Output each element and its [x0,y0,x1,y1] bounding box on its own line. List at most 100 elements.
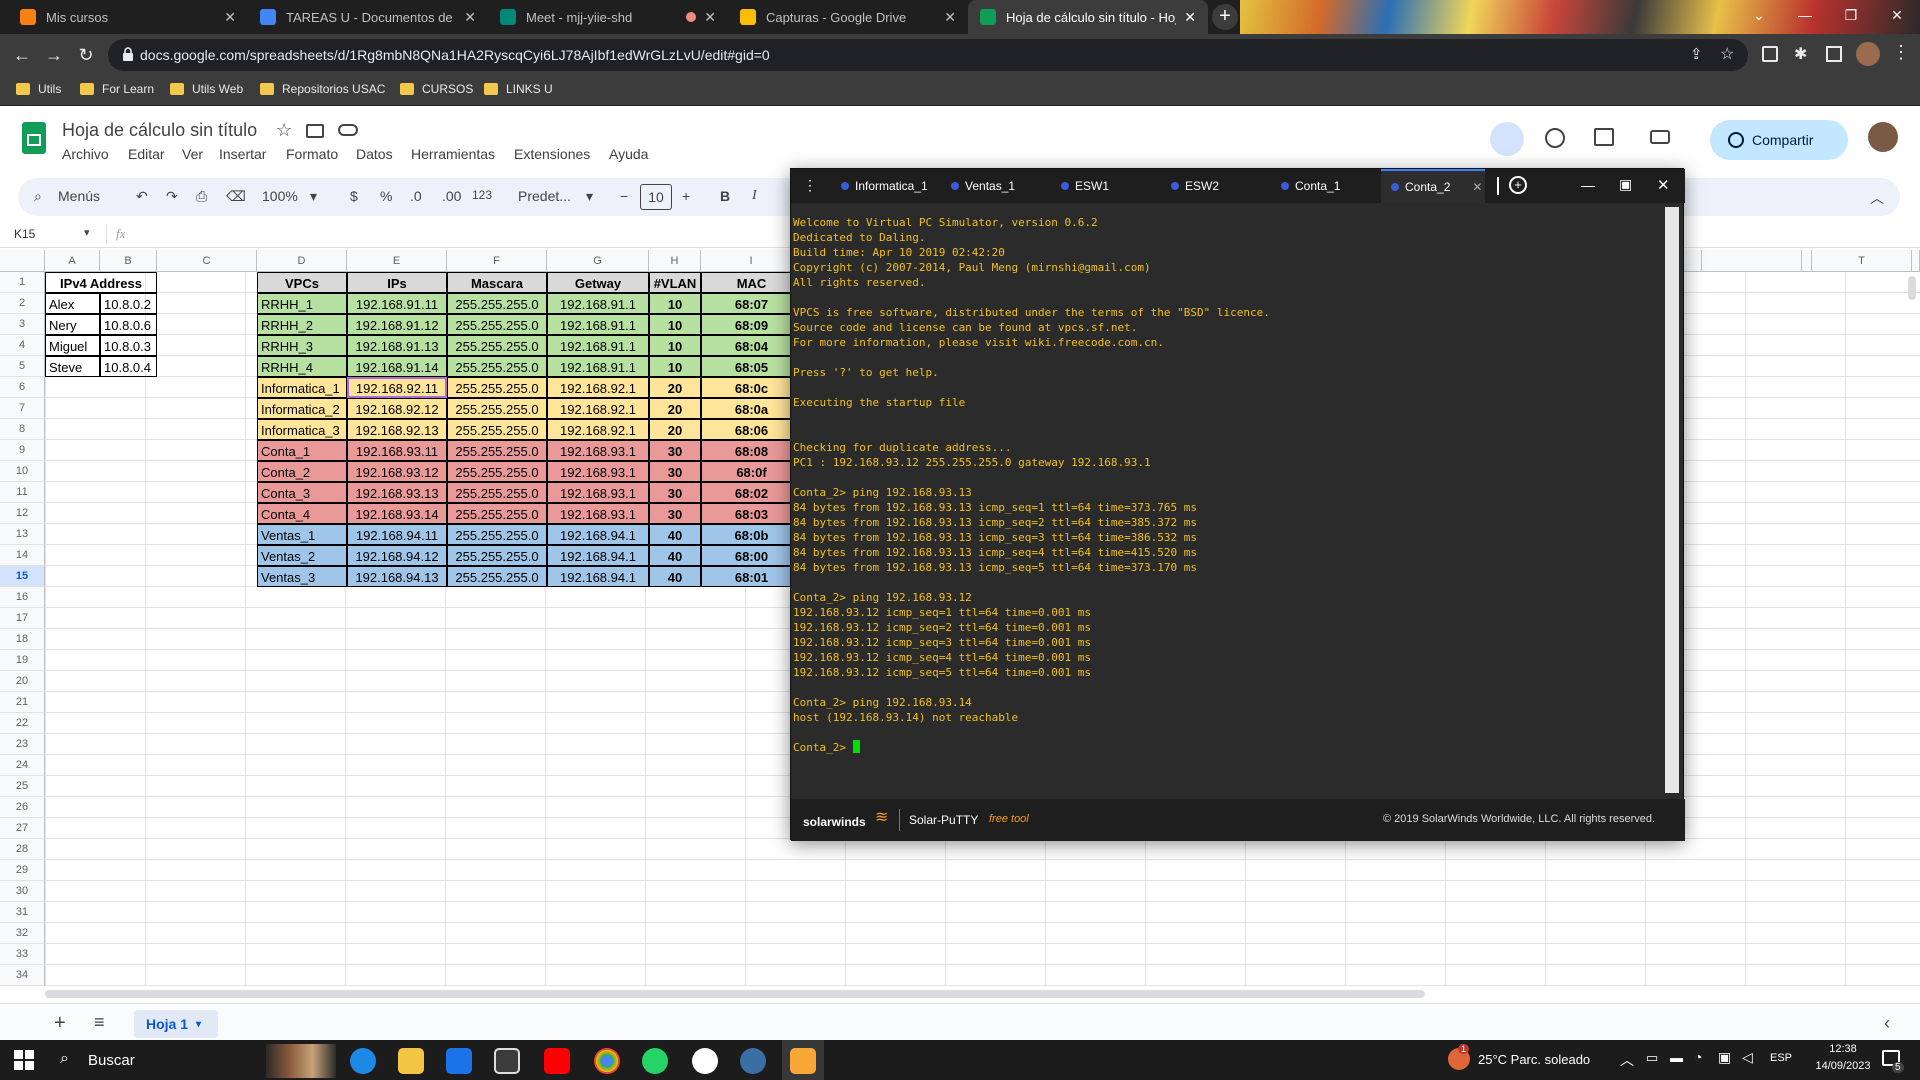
table-cell-mac[interactable]: 68:0b [701,524,802,545]
all-sheets-icon[interactable]: ≡ [94,1012,105,1033]
table-cell-vlan[interactable]: 10 [649,314,701,335]
new-tab-button[interactable]: + [1212,4,1238,30]
table-cell-mask[interactable]: 255.255.255.0 [447,314,547,335]
table-cell-vlan[interactable]: 30 [649,440,701,461]
restore-icon[interactable]: ❐ [1828,0,1874,30]
table-cell-vpc[interactable]: Conta_2 [257,461,347,482]
table-cell-gw[interactable]: 192.168.92.1 [547,398,649,419]
row-header[interactable]: 29 [0,860,45,881]
table-cell-mask[interactable]: 255.255.255.0 [447,482,547,503]
column-header[interactable] [1702,250,1802,272]
taskbar-search[interactable]: Buscar [88,1052,135,1069]
table-cell-mask[interactable]: 255.255.255.0 [447,293,547,314]
column-header-h[interactable]: H [649,250,701,272]
table-cell-mask[interactable]: 255.255.255.0 [447,335,547,356]
table-cell-vpc[interactable]: Informatica_1 [257,377,347,398]
row-header[interactable]: 1 [0,272,45,293]
table-cell-mask[interactable]: 255.255.255.0 [447,356,547,377]
bookmark-utils[interactable]: Utils [16,82,61,96]
bookmark-utils-web[interactable]: Utils Web [170,82,243,96]
menu-datos[interactable]: Datos [356,146,393,162]
table-cell-mask[interactable]: 255.255.255.0 [447,398,547,419]
clock-date[interactable]: 14/09/2023 [1810,1060,1876,1072]
menu-formato[interactable]: Formato [286,146,338,162]
row-header[interactable]: 24 [0,755,45,776]
tab-search-icon[interactable]: ⌄ [1736,0,1782,30]
store-icon[interactable] [494,1048,520,1074]
puzzle-icon[interactable]: ✱ [1794,44,1807,64]
row-header[interactable]: 7 [0,398,45,419]
table-cell-mac[interactable]: 68:02 [701,482,802,503]
table-header-cell[interactable]: IPs [347,272,447,293]
close-icon[interactable]: ✕ [224,9,236,26]
reload-icon[interactable]: ↻ [74,43,98,67]
collapse-side-icon[interactable]: ‹ [1884,1013,1890,1034]
table-cell-mac[interactable]: 68:08 [701,440,802,461]
row-header[interactable]: 25 [0,776,45,797]
browser-tab-drive[interactable]: Capturas - Google Drive ✕ [728,0,968,34]
print-icon[interactable]: ⎙ [196,188,207,205]
table-header-cell[interactable]: Mascara [447,272,547,293]
ipv4-ip-cell[interactable]: 10.8.0.2 [100,293,157,314]
edge-icon[interactable] [350,1048,376,1074]
table-header-cell[interactable]: MAC [701,272,802,293]
volume-icon[interactable]: ◁ [1742,1049,1753,1066]
ipv4-ip-cell[interactable]: 10.8.0.3 [100,335,157,356]
table-cell-vpc[interactable]: Informatica_2 [257,398,347,419]
table-cell-vlan[interactable]: 40 [649,524,701,545]
table-cell-gw[interactable]: 192.168.93.1 [547,482,649,503]
row-header[interactable]: 23 [0,734,45,755]
row-header[interactable]: 20 [0,671,45,692]
profile-avatar[interactable] [1856,42,1880,66]
row-header[interactable]: 6 [0,377,45,398]
table-cell-ip[interactable]: 192.168.92.13 [347,419,447,440]
table-header-cell[interactable]: VPCs [257,272,347,293]
name-box[interactable]: K15 [14,227,35,241]
table-cell-vpc[interactable]: RRHH_1 [257,293,347,314]
table-cell-gw[interactable]: 192.168.91.1 [547,356,649,377]
table-cell-mac[interactable]: 68:0c [701,377,802,398]
table-cell-ip[interactable]: 192.168.93.13 [347,482,447,503]
font-size-plus-button[interactable]: + [682,188,690,204]
row-header[interactable]: 34 [0,965,45,986]
table-cell-ip[interactable]: 192.168.92.12 [347,398,447,419]
minimize-icon[interactable]: — [1782,0,1828,30]
tray-meet-icon[interactable]: ▭ [1646,1050,1658,1066]
table-cell-ip[interactable]: 192.168.92.11 [347,377,447,398]
ipv4-ip-cell[interactable]: 10.8.0.6 [100,314,157,335]
table-header-cell[interactable]: Getway [547,272,649,293]
bookmark-links-u[interactable]: LINKS U [484,82,553,96]
table-cell-ip[interactable]: 192.168.91.12 [347,314,447,335]
vertical-scrollbar[interactable] [1908,276,1916,300]
table-cell-ip[interactable]: 192.168.94.13 [347,566,447,587]
row-header[interactable]: 27 [0,818,45,839]
row-header[interactable]: 22 [0,713,45,734]
redo-icon[interactable]: ↷ [166,188,178,205]
table-cell-gw[interactable]: 192.168.93.1 [547,503,649,524]
minimize-icon[interactable]: — [1581,177,1595,193]
table-cell-vpc[interactable]: Conta_3 [257,482,347,503]
ipv4-name-cell[interactable]: Alex [45,293,100,314]
collapse-toolbar-icon[interactable]: ︿ [1870,188,1884,208]
terminal-output[interactable]: Welcome to Virtual PC Simulator, version… [793,215,1663,790]
putty-tab-conta-1[interactable]: Conta_1 [1271,169,1381,203]
table-cell-ip[interactable]: 192.168.91.11 [347,293,447,314]
sheets-logo-icon[interactable] [22,122,46,154]
menu-archivo[interactable]: Archivo [62,146,109,162]
table-cell-mac[interactable]: 68:07 [701,293,802,314]
browser-tab-meet[interactable]: Meet - mjj-yiie-shd ✕ [488,0,728,34]
column-header-d[interactable]: D [257,250,347,272]
ipv4-name-cell[interactable]: Miguel [45,335,100,356]
chevron-down-icon[interactable]: ▾ [586,188,593,205]
row-header[interactable]: 31 [0,902,45,923]
bookmark-repositorios[interactable]: Repositorios USAC [260,82,385,96]
solar-putty-window[interactable]: ⋮ Informatica_1 Ventas_1 ESW1 ESW2 Conta… [790,168,1685,841]
table-cell-vlan[interactable]: 30 [649,503,701,524]
table-cell-gw[interactable]: 192.168.93.1 [547,461,649,482]
table-cell-gw[interactable]: 192.168.91.1 [547,314,649,335]
add-sheet-button[interactable]: + [54,1012,66,1035]
terminal-cursor[interactable] [852,740,860,753]
table-cell-gw[interactable]: 192.168.94.1 [547,566,649,587]
row-header[interactable]: 3 [0,314,45,335]
table-cell-vlan[interactable]: 30 [649,461,701,482]
